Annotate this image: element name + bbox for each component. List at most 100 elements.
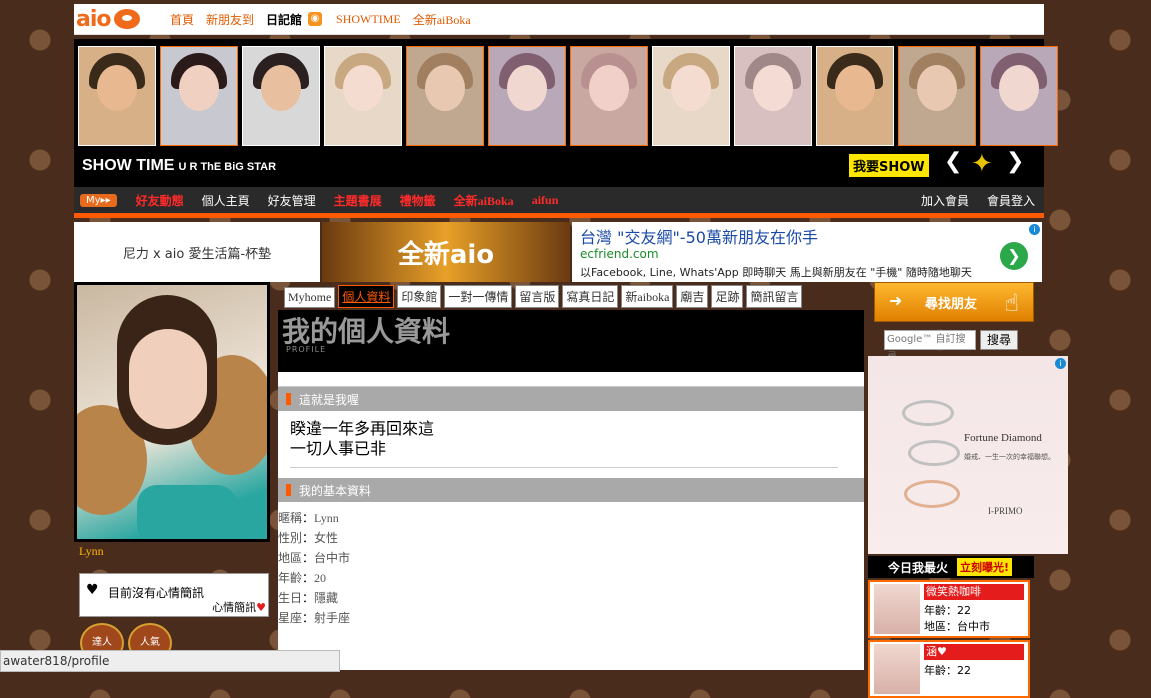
hot-member-photo[interactable] xyxy=(874,584,920,634)
tab-temple[interactable]: 廟吉 xyxy=(676,285,709,308)
banner-new-aio[interactable]: 全新aio xyxy=(322,222,570,282)
menu-books[interactable]: 主題書展 xyxy=(334,192,382,209)
ad-info-icon[interactable]: i xyxy=(1029,224,1040,235)
show-me-button[interactable]: 我要SHOW xyxy=(848,153,930,178)
main-menu: My▸▸ 好友動態 個人主頁 好友管理 主題書展 禮物籤 全新aiBoka ai… xyxy=(74,187,1044,218)
rss-icon[interactable]: ◉ xyxy=(308,12,323,26)
star-icon[interactable]: ✦ xyxy=(971,149,993,179)
aio-logo[interactable]: aio xyxy=(76,6,164,32)
profile-tabs: Myhome 個人資料 印象館 一對一傳情 留言版 寫真日記 新aiboka 廟… xyxy=(284,282,864,308)
tab-photo-diary[interactable]: 寫真日記 xyxy=(562,285,619,308)
showtime-photo[interactable] xyxy=(242,46,320,146)
banner-row: 尼力 x aio 愛生活篇-杯墊 全新aio 台灣 "交友網"-50萬新朋友在你… xyxy=(74,222,1044,284)
hot-today-header: 今日我最火 立刻曝光! xyxy=(868,556,1034,578)
showtime-photo[interactable] xyxy=(160,46,238,146)
status-bar: awater818/profile xyxy=(0,650,340,672)
avatar[interactable] xyxy=(74,282,270,542)
profile-name: Lynn xyxy=(79,544,104,558)
ad-info-icon[interactable]: i xyxy=(1055,358,1066,369)
search-button[interactable]: 搜尋 xyxy=(980,330,1019,350)
ad-headline[interactable]: 台灣 "交友網"-50萬新朋友在你手 xyxy=(580,224,818,248)
heart-icon: ♥ xyxy=(256,601,266,614)
menu-home[interactable]: 個人主頁 xyxy=(202,192,250,209)
tab-impression[interactable]: 印象館 xyxy=(397,285,442,308)
showtime-photo[interactable] xyxy=(980,46,1058,146)
hot-member[interactable]: 涵♥ 年齡：22 xyxy=(868,640,1030,698)
info-row: 星座：射手座 xyxy=(278,611,351,625)
ad-url[interactable]: ecfriend.com xyxy=(580,247,659,261)
mood-label[interactable]: 心情簡訊♥ xyxy=(212,599,266,615)
ring-ad[interactable]: i Fortune Diamond 婚戒、一生一次的幸福聯想。 I-PRIMO xyxy=(868,356,1068,554)
showtime-title: SHOW TIME U R ThE BiG STAR xyxy=(82,157,277,174)
arrow-right-icon: ➜ xyxy=(889,291,903,310)
right-column: ➜ 尋找朋友 ☝ Google™ 自訂搜尋 搜尋 i Fortune Diamo… xyxy=(868,282,1068,698)
nav-aiboka[interactable]: 全新aiBoka xyxy=(413,11,471,28)
info-row: 年齡：20 xyxy=(278,571,327,585)
page-subtitle: PROFILE xyxy=(286,345,327,354)
info-row: 暱稱：Lynn xyxy=(278,511,339,525)
basic-info-list: 暱稱：Lynn 性別：女性 地區：台中市 年齡：20 生日：隱藏 星座：射手座 xyxy=(278,502,864,628)
showtime-photo[interactable] xyxy=(898,46,976,146)
menu-friend-feed[interactable]: 好友動態 xyxy=(136,192,184,209)
ad-desc: 以Facebook, Line, Whats'App 即時聊天 馬上與新朋友在 … xyxy=(580,266,972,279)
tab-profile[interactable]: 個人資料 xyxy=(338,285,395,308)
showtime-photo[interactable] xyxy=(570,46,648,146)
info-row: 性別：女性 xyxy=(278,531,339,545)
expose-now-button[interactable]: 立刻曝光! xyxy=(956,557,1014,577)
mood-box: ♥ 目前沒有心情簡訊 心情簡訊♥ xyxy=(79,573,269,617)
page-title: 我的個人資料 xyxy=(282,315,451,348)
ad-go-icon[interactable]: ❯ xyxy=(1000,242,1028,270)
hand-pointer-icon: ☝ xyxy=(1004,289,1019,317)
section-about: 這就是我喔 xyxy=(278,387,864,411)
search-input[interactable]: Google™ 自訂搜尋 xyxy=(884,330,976,363)
showtime-photo[interactable] xyxy=(816,46,894,146)
tab-one-on-one[interactable]: 一對一傳情 xyxy=(444,285,513,308)
hot-member[interactable]: 微笑熱咖啡 年齡：22 地區：台中市 xyxy=(868,580,1030,638)
showtime-photo[interactable] xyxy=(652,46,730,146)
tab-messages[interactable]: 簡訊留言 xyxy=(746,285,803,308)
page-header: 我的個人資料 PROFILE xyxy=(278,310,864,372)
mood-icon: ♥ xyxy=(86,582,99,598)
hot-member-photo[interactable] xyxy=(874,644,920,694)
my-button[interactable]: My▸▸ xyxy=(80,193,117,207)
nav-new-friends[interactable]: 新朋友到 xyxy=(206,11,254,28)
about-text: 睽違一年多再回來這 一切人事已非 xyxy=(290,419,435,458)
page-wrapper: aio 首頁 新朋友到 日記館 ◉ SHOWTIME 全新aiBoka SHOW… xyxy=(74,4,1058,284)
center-column: Myhome 個人資料 印象館 一對一傳情 留言版 寫真日記 新aiboka 廟… xyxy=(278,282,864,670)
menu-aiboka[interactable]: 全新aiBoka xyxy=(454,192,514,209)
mood-text: 目前沒有心情簡訊 xyxy=(108,586,205,600)
tab-footprint[interactable]: 足跡 xyxy=(711,285,744,308)
tab-myhome[interactable]: Myhome xyxy=(284,287,336,308)
top-nav: aio 首頁 新朋友到 日記館 ◉ SHOWTIME 全新aiBoka xyxy=(74,4,1044,35)
menu-right: 加入會員 會員登入 xyxy=(912,192,1044,209)
fish-icon xyxy=(113,9,140,29)
join-link[interactable]: 加入會員 xyxy=(921,192,969,209)
menu-aifun[interactable]: aifun xyxy=(532,193,559,208)
showtime-photo[interactable] xyxy=(324,46,402,146)
banner-coaster[interactable]: 尼力 x aio 愛生活篇-杯墊 xyxy=(74,222,320,282)
next-arrow-icon[interactable]: ❯ xyxy=(1006,149,1024,174)
showtime-photo[interactable] xyxy=(488,46,566,146)
nav-showtime[interactable]: SHOWTIME xyxy=(336,12,401,27)
showtime-photo[interactable] xyxy=(78,46,156,146)
tab-new-aiboka[interactable]: 新aiboka xyxy=(621,285,674,308)
login-link[interactable]: 會員登入 xyxy=(987,192,1035,209)
showtime-photos xyxy=(78,46,1058,146)
showtime-photo[interactable] xyxy=(734,46,812,146)
tab-guestbook[interactable]: 留言版 xyxy=(515,285,560,308)
showtime-strip: SHOW TIME U R ThE BiG STAR 我要SHOW ❮ ✦ ❯ xyxy=(74,39,1058,187)
profile-content: 這就是我喔 睽違一年多再回來這 一切人事已非 我的基本資料 暱稱：Lynn 性別… xyxy=(278,372,864,670)
ad-banner[interactable]: 台灣 "交友網"-50萬新朋友在你手 ecfriend.com 以Faceboo… xyxy=(572,222,1042,282)
menu-friends[interactable]: 好友管理 xyxy=(268,192,316,209)
showtime-photo[interactable] xyxy=(406,46,484,146)
find-friends-button[interactable]: ➜ 尋找朋友 ☝ xyxy=(874,282,1034,322)
nav-diary[interactable]: 日記館 xyxy=(266,11,302,28)
menu-gifts[interactable]: 禮物籤 xyxy=(400,192,436,209)
info-row: 生日：隱藏 xyxy=(278,591,339,605)
left-column: Lynn ♥ 目前沒有心情簡訊 心情簡訊♥ 達人 人氣 xyxy=(74,282,274,663)
prev-arrow-icon[interactable]: ❮ xyxy=(944,149,962,174)
avatar-photo xyxy=(77,285,267,539)
info-row: 地區：台中市 xyxy=(278,551,351,565)
google-search: Google™ 自訂搜尋 搜尋 xyxy=(884,330,1068,363)
nav-home[interactable]: 首頁 xyxy=(170,11,194,28)
